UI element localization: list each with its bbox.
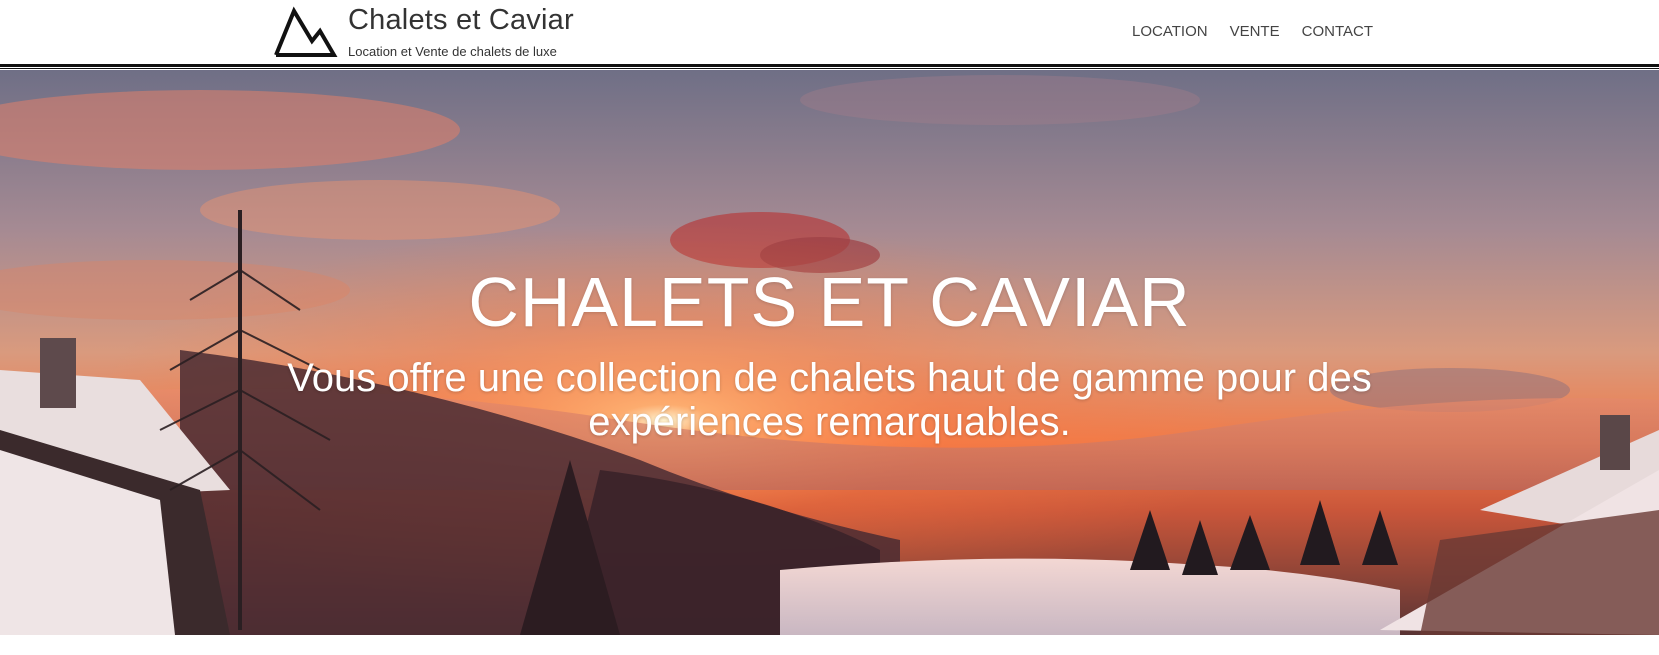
nav-location-link[interactable]: LOCATION — [1132, 23, 1208, 40]
header-divider — [0, 64, 1659, 67]
nav-vente-link[interactable]: VENTE — [1230, 23, 1280, 40]
main-nav: LOCATION VENTE CONTACT — [1132, 23, 1373, 40]
mountain-icon[interactable] — [272, 5, 338, 59]
brand-title[interactable]: Chalets et Caviar — [348, 4, 574, 37]
nav-contact-link[interactable]: CONTACT — [1302, 23, 1373, 40]
site-header: Chalets et Caviar Location et Vente de c… — [0, 0, 1659, 62]
hero-title: CHALETS ET CAVIAR — [468, 263, 1191, 341]
header-divider-thin — [0, 68, 1659, 69]
hero-banner: CHALETS ET CAVIAR Vous offre une collect… — [0, 70, 1659, 635]
hero-background-image — [0, 70, 1659, 635]
hero-tagline: Vous offre une collection de chalets hau… — [287, 356, 1372, 444]
brand-subtitle: Location et Vente de chalets de luxe — [348, 44, 557, 59]
